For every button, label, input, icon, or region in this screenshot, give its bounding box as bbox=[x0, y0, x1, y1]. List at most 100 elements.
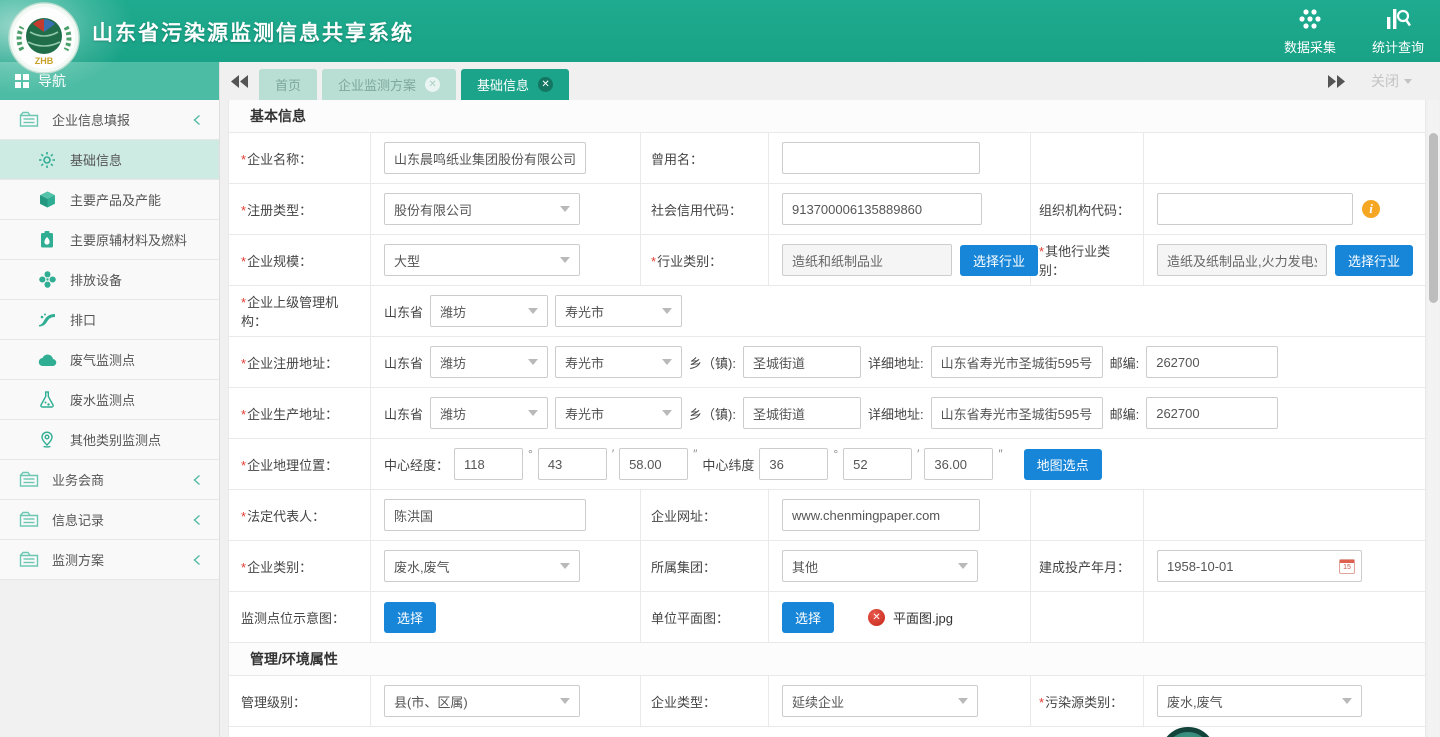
detail-address-label: 详细地址: bbox=[868, 353, 924, 372]
unit-plan-file-link[interactable]: 平面图.jpg bbox=[893, 608, 953, 627]
info-icon[interactable]: i bbox=[1362, 200, 1380, 218]
calendar-icon[interactable] bbox=[1339, 559, 1355, 574]
tab-basic-info[interactable]: 基础信息 ✕ bbox=[461, 69, 569, 100]
chevron-left-icon bbox=[193, 554, 201, 566]
parent-org-county-select[interactable]: 寿光市 bbox=[555, 295, 682, 327]
select-industry-button[interactable]: 选择行业 bbox=[960, 245, 1038, 276]
monitor-sketch-label: 监测点位示意图： bbox=[241, 608, 345, 627]
parent-org-city-select[interactable]: 潍坊 bbox=[430, 295, 548, 327]
sidebar-item-raw-materials-fuel[interactable]: 主要原辅材料及燃料 bbox=[0, 220, 219, 260]
map-pick-button[interactable]: 地图选点 bbox=[1024, 449, 1102, 480]
close-tabs-menu[interactable]: 关闭 bbox=[1371, 71, 1412, 91]
sidebar-item-business-consultation-group[interactable]: 业务会商 bbox=[0, 460, 219, 500]
folder-icon bbox=[19, 551, 39, 569]
sidebar-item-gas-monitoring-points[interactable]: 废气监测点 bbox=[0, 340, 219, 380]
sidebar-item-label: 监测方案 bbox=[52, 550, 104, 569]
website-input[interactable] bbox=[782, 499, 980, 531]
zip-label: 邮编: bbox=[1110, 353, 1140, 372]
production-date-label: 建成投产年月： bbox=[1039, 557, 1130, 576]
sidebar-item-outlets[interactable]: 排口 bbox=[0, 300, 219, 340]
latitude-minute-input[interactable] bbox=[843, 448, 912, 480]
group-belong-select[interactable]: 其他 bbox=[782, 550, 978, 582]
enterprise-scale-select[interactable]: 大型 bbox=[384, 244, 580, 276]
folder-icon bbox=[19, 511, 39, 529]
industry-category-input[interactable] bbox=[782, 244, 952, 276]
logo-text: ZHB bbox=[35, 56, 54, 66]
longitude-degree-input[interactable] bbox=[454, 448, 523, 480]
pollution-type-select[interactable]: 废水,废气 bbox=[1157, 685, 1362, 717]
production-address-city-select[interactable]: 潍坊 bbox=[430, 397, 548, 429]
longitude-second-input[interactable] bbox=[619, 448, 688, 480]
form-row-management: 管理级别： 县(市、区属) 企业类型： 延续企业 *污染源类别： 废水,废气 bbox=[229, 676, 1425, 727]
sidebar-item-monitoring-plan-group[interactable]: 监测方案 bbox=[0, 540, 219, 580]
tab-scroll-right-icon[interactable] bbox=[1327, 75, 1345, 88]
sidebar-item-label: 企业信息填报 bbox=[52, 110, 130, 129]
org-code-input[interactable] bbox=[1157, 193, 1353, 225]
production-address-zip-input[interactable] bbox=[1146, 397, 1278, 429]
tab-close-icon[interactable]: ✕ bbox=[425, 77, 440, 92]
stats-query-label: 统计查询 bbox=[1372, 37, 1424, 56]
delete-file-icon[interactable]: ✕ bbox=[868, 609, 885, 626]
sidebar-item-enterprise-info-group[interactable]: 企业信息填报 bbox=[0, 100, 219, 140]
nav-grid-icon bbox=[15, 74, 29, 88]
credit-code-input[interactable] bbox=[782, 193, 982, 225]
dots-grid-icon bbox=[1297, 7, 1323, 34]
minute-unit: ′ bbox=[612, 447, 614, 461]
production-address-county-select[interactable]: 寿光市 bbox=[555, 397, 682, 429]
sidebar-item-emission-equipment[interactable]: 排放设备 bbox=[0, 260, 219, 300]
register-address-county-select[interactable]: 寿光市 bbox=[555, 346, 682, 378]
form-row-production-address: *企业生产地址： 山东省 潍坊 寿光市 乡（镇): 详细地址: 邮编: bbox=[229, 388, 1425, 439]
other-industry-input[interactable] bbox=[1157, 244, 1327, 276]
folder-icon bbox=[19, 471, 39, 489]
monitor-sketch-select-button[interactable]: 选择 bbox=[384, 602, 436, 633]
longitude-label: 中心经度： bbox=[384, 455, 449, 474]
sidebar-item-other-monitoring-points[interactable]: 其他类别监测点 bbox=[0, 420, 219, 460]
tab-home[interactable]: 首页 bbox=[259, 69, 317, 100]
former-name-input[interactable] bbox=[782, 142, 980, 174]
enterprise-type-select[interactable]: 延续企业 bbox=[782, 685, 978, 717]
sidebar-item-basic-info[interactable]: 基础信息 bbox=[0, 140, 219, 180]
outlet-icon bbox=[37, 311, 57, 329]
chevron-down-icon bbox=[1342, 698, 1352, 704]
chevron-down-icon bbox=[958, 698, 968, 704]
main-area: 首页 企业监测方案 ✕ 基础信息 ✕ 关闭 基本信息 *企 bbox=[221, 62, 1440, 737]
sidebar-item-info-records-group[interactable]: 信息记录 bbox=[0, 500, 219, 540]
form-row-register-address: *企业注册地址： 山东省 潍坊 寿光市 乡（镇): 详细地址: 邮编: bbox=[229, 337, 1425, 388]
parent-org-label: *企业上级管理机构： bbox=[241, 292, 360, 330]
register-address-town-input[interactable] bbox=[743, 346, 861, 378]
form-row-images: 监测点位示意图： 选择 单位平面图： 选择 ✕ 平面图.jpg bbox=[229, 592, 1425, 643]
register-address-detail-input[interactable] bbox=[931, 346, 1103, 378]
tab-enterprise-monitoring-plan[interactable]: 企业监测方案 ✕ bbox=[322, 69, 456, 100]
vertical-scrollbar-thumb[interactable] bbox=[1429, 133, 1438, 303]
unit-plan-label: 单位平面图： bbox=[651, 608, 729, 627]
legal-person-input[interactable] bbox=[384, 499, 586, 531]
management-level-select[interactable]: 县(市、区属) bbox=[384, 685, 580, 717]
unit-plan-select-button[interactable]: 选择 bbox=[782, 602, 834, 633]
enterprise-category-select[interactable]: 废水,废气 bbox=[384, 550, 580, 582]
sidebar-item-water-monitoring-points[interactable]: 废水监测点 bbox=[0, 380, 219, 420]
latitude-degree-input[interactable] bbox=[759, 448, 828, 480]
enterprise-name-input[interactable] bbox=[384, 142, 586, 174]
register-type-label: *注册类型： bbox=[241, 200, 312, 219]
sidebar-item-products-capacity[interactable]: 主要产品及产能 bbox=[0, 180, 219, 220]
minute-unit: ′ bbox=[917, 447, 919, 461]
vertical-scrollbar-track[interactable] bbox=[1428, 100, 1439, 737]
header-actions: 数据采集 统计查询 bbox=[1278, 7, 1430, 56]
folder-icon bbox=[19, 111, 39, 129]
select-other-industry-button[interactable]: 选择行业 bbox=[1335, 245, 1413, 276]
register-address-zip-input[interactable] bbox=[1146, 346, 1278, 378]
stats-query-button[interactable]: 统计查询 bbox=[1366, 7, 1430, 56]
production-date-input[interactable] bbox=[1157, 550, 1362, 582]
register-type-select[interactable]: 股份有限公司 bbox=[384, 193, 580, 225]
pollution-type-label: *污染源类别： bbox=[1039, 692, 1123, 711]
tab-scroll-left-icon[interactable] bbox=[231, 75, 249, 88]
production-address-detail-input[interactable] bbox=[931, 397, 1103, 429]
tab-close-icon[interactable]: ✕ bbox=[538, 77, 553, 92]
register-address-city-select[interactable]: 潍坊 bbox=[430, 346, 548, 378]
longitude-minute-input[interactable] bbox=[538, 448, 607, 480]
second-unit: ″ bbox=[693, 447, 697, 461]
latitude-second-input[interactable] bbox=[924, 448, 993, 480]
website-label: 企业网址： bbox=[651, 506, 716, 525]
data-collection-button[interactable]: 数据采集 bbox=[1278, 7, 1342, 56]
production-address-town-input[interactable] bbox=[743, 397, 861, 429]
